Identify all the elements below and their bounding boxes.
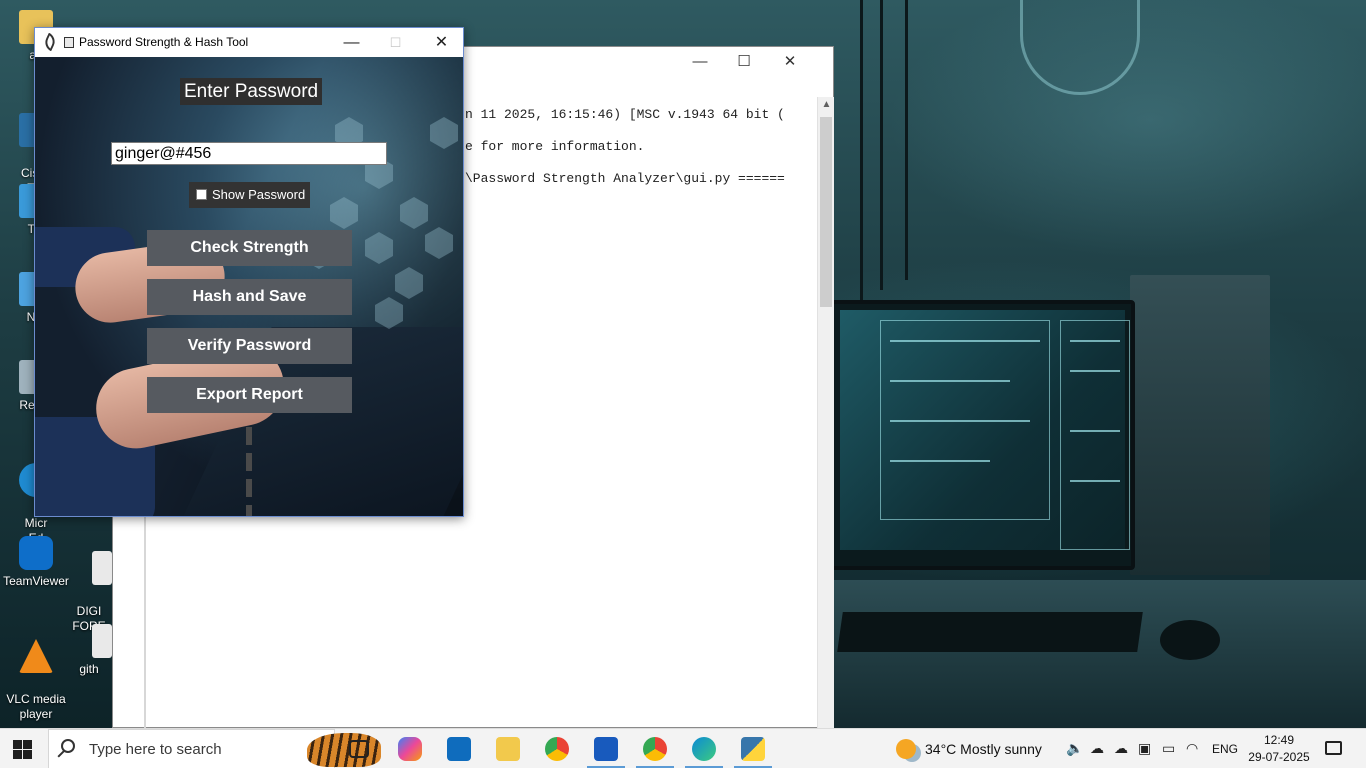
hash-and-save-button[interactable]: Hash and Save	[147, 279, 352, 315]
chrome-icon[interactable]	[545, 737, 569, 761]
language-indicator[interactable]: ENG	[1212, 742, 1238, 756]
app-titlebar[interactable]: Password Strength & Hash Tool — ☐ ✕	[35, 28, 463, 57]
verify-password-button[interactable]: Verify Password	[147, 328, 352, 364]
show-password-label: Show Password	[212, 187, 306, 202]
document-icon	[92, 551, 112, 585]
shell-line: e for more information.	[465, 139, 645, 154]
shell-line: n 11 2025, 16:15:46) [MSC v.1943 64 bit …	[465, 107, 785, 122]
shell-close-button[interactable]: ✕	[767, 51, 813, 73]
password-tool-window[interactable]: Password Strength & Hash Tool — ☐ ✕ Ente…	[34, 27, 464, 517]
wallpaper-cable	[880, 0, 883, 290]
clock-date: 29-07-2025	[1248, 750, 1310, 764]
app-close-button[interactable]: ✕	[419, 28, 464, 57]
edge-icon[interactable]	[692, 737, 716, 761]
shell-line: \Password Strength Analyzer\gui.py =====…	[465, 171, 785, 186]
word-icon[interactable]	[594, 737, 618, 761]
start-button[interactable]	[13, 740, 32, 759]
desktop-icon-vlc[interactable]: VLC media player	[0, 624, 72, 722]
tk-feather-icon	[42, 32, 58, 52]
chrome-icon[interactable]	[643, 737, 667, 761]
password-input[interactable]	[111, 142, 387, 165]
python-idle-icon[interactable]	[741, 737, 765, 761]
weather-sun-icon[interactable]	[896, 739, 916, 759]
app-maximize-button[interactable]: ☐	[373, 28, 418, 57]
taskbar-search-box[interactable]: Type here to search	[48, 729, 381, 768]
desktop-icon-digi-fore[interactable]: DIGI FORE	[66, 536, 112, 634]
shell-minimize-button[interactable]: —	[677, 51, 723, 73]
wallpaper-cable	[905, 0, 908, 280]
search-icon	[61, 739, 75, 753]
weather-text[interactable]: 34°C Mostly sunny	[925, 741, 1042, 757]
desktop-icon-github[interactable]: gith	[66, 624, 112, 677]
onedrive-paused-icon[interactable]: ☁	[1114, 740, 1128, 757]
wifi-icon[interactable]: ◠	[1186, 740, 1198, 757]
wallpaper-monitor-right	[1130, 275, 1270, 575]
taskbar-clock[interactable]: 12:49 29-07-2025	[1244, 732, 1314, 766]
background-divider	[246, 427, 252, 516]
wallpaper-keyboard	[837, 612, 1143, 652]
wallpaper-monitor	[830, 300, 1135, 570]
battery-icon[interactable]: ▭	[1162, 740, 1175, 757]
enter-password-label: Enter Password	[180, 78, 323, 105]
onedrive-icon[interactable]: ☁	[1090, 740, 1104, 757]
notification-center-icon[interactable]	[1325, 741, 1342, 755]
vlc-icon	[19, 639, 53, 673]
taskbar: Type here to search 34°C Mostly sunny 🔈 …	[0, 728, 1366, 768]
windows-logo-icon	[13, 740, 22, 749]
wallpaper-desk	[830, 580, 1366, 728]
volume-icon[interactable]: 🔈	[1066, 740, 1083, 757]
wallpaper-lamp	[1020, 0, 1140, 95]
check-strength-button[interactable]: Check Strength	[147, 230, 352, 266]
meet-now-icon[interactable]: ▣	[1138, 740, 1151, 757]
app-minimize-button[interactable]: —	[329, 28, 374, 57]
checkbox-icon[interactable]	[196, 189, 207, 200]
app-background-image: Enter Password Show Password Check Stren…	[35, 57, 463, 516]
scroll-up-arrow-icon[interactable]: ▲	[818, 99, 835, 110]
file-explorer-icon[interactable]	[496, 737, 520, 761]
teamviewer-icon	[19, 536, 53, 570]
shell-output[interactable]: n 11 2025, 16:15:46) [MSC v.1943 64 bit …	[465, 99, 785, 195]
search-highlight-tiger-icon[interactable]	[307, 733, 381, 767]
clock-time: 12:49	[1263, 733, 1295, 747]
shell-scrollbar[interactable]: ▲	[817, 97, 834, 729]
export-report-button[interactable]: Export Report	[147, 377, 352, 413]
document-icon	[92, 624, 112, 658]
desktop-icon-teamviewer[interactable]: TeamViewer	[0, 536, 72, 589]
copilot-icon[interactable]	[398, 737, 422, 761]
show-password-checkbox[interactable]: Show Password	[189, 182, 310, 208]
shell-maximize-button[interactable]: ☐	[721, 51, 767, 73]
task-view-icon[interactable]	[349, 740, 369, 758]
wallpaper-mouse	[1160, 620, 1220, 660]
outlook-icon[interactable]	[447, 737, 471, 761]
scrollbar-thumb[interactable]	[820, 117, 832, 307]
search-placeholder: Type here to search	[89, 741, 222, 758]
wallpaper-cable	[860, 0, 863, 300]
window-title: Password Strength & Hash Tool	[79, 35, 249, 49]
app-window-icon	[64, 37, 74, 48]
